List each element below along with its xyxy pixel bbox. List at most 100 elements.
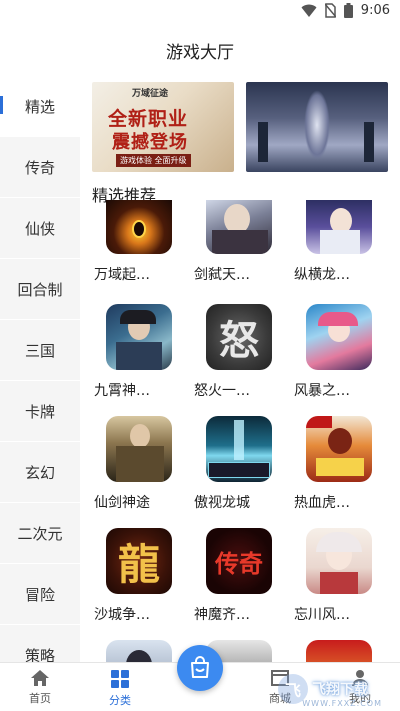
game-name: 神魔齐… bbox=[194, 607, 250, 623]
game-item[interactable]: 风暴之… bbox=[294, 304, 376, 400]
sidebar-item-label: 玄幻 bbox=[24, 463, 55, 482]
icon-caption bbox=[110, 462, 168, 476]
shop-fab-button[interactable] bbox=[177, 645, 223, 691]
lantern-pillar-icon bbox=[258, 122, 268, 162]
gold-glyph-icon bbox=[306, 640, 372, 662]
legend-calligraphy-icon: 传奇 bbox=[206, 528, 272, 594]
game-item[interactable]: 纵横龙… bbox=[294, 200, 376, 284]
nav-category[interactable]: 分类 bbox=[90, 669, 150, 708]
game-row: 万域起… 剑弑天… 纵横龙… bbox=[94, 200, 394, 304]
game-name: 风暴之… bbox=[294, 383, 350, 399]
sidebar-item-legend[interactable]: 传奇 bbox=[0, 137, 80, 198]
portrait-icon bbox=[106, 640, 172, 662]
sidebar-item-label: 冒险 bbox=[24, 585, 55, 604]
watermark-url: WWW.FXXZ.COM bbox=[302, 699, 382, 708]
banner-tagline: 游戏体验 全面升级 bbox=[116, 154, 191, 167]
app-header: 游戏大厅 bbox=[0, 24, 400, 76]
game-name: 傲视龙城 bbox=[194, 495, 250, 511]
sidebar-item-strategy[interactable]: 策略 bbox=[0, 625, 80, 662]
game-item[interactable] bbox=[294, 640, 376, 662]
game-item[interactable]: 忘川风… bbox=[294, 528, 376, 624]
page-title: 游戏大厅 bbox=[166, 42, 234, 63]
game-name: 剑弑天… bbox=[194, 267, 250, 283]
category-grid-icon bbox=[111, 670, 129, 688]
wifi-icon bbox=[301, 4, 317, 17]
swordsman-icon bbox=[206, 200, 272, 254]
icon-glyph: 传奇 bbox=[215, 548, 263, 578]
banner-hero-figure bbox=[304, 90, 330, 160]
nav-home[interactable]: 首页 bbox=[10, 669, 70, 706]
armored-hero-icon bbox=[106, 416, 172, 482]
sidebar-item-featured[interactable]: 精选 bbox=[0, 76, 80, 137]
game-item[interactable]: 剑弑天… bbox=[194, 200, 276, 284]
clock: 9:06 bbox=[360, 3, 390, 18]
nav-label: 首页 bbox=[29, 692, 51, 705]
game-name: 万域起… bbox=[94, 267, 150, 283]
sidebar-item-label: 回合制 bbox=[17, 280, 63, 299]
sidebar-item-card[interactable]: 卡牌 bbox=[0, 381, 80, 442]
main-content: 万域征途 全新职业 震撼登场 游戏体验 全面升级 精选推荐 万域起… 剑弑天… … bbox=[80, 76, 400, 662]
banner-brand: 万域征途 bbox=[132, 89, 169, 99]
sidebar-item-label: 精选 bbox=[24, 97, 55, 116]
game-name: 怒火一… bbox=[194, 383, 250, 399]
category-sidebar: 精选 传奇 仙侠 回合制 三国 卡牌 玄幻 二次元 冒险 策略 bbox=[0, 76, 80, 662]
sidebar-item-three-kingdoms[interactable]: 三国 bbox=[0, 320, 80, 381]
no-sim-icon bbox=[324, 3, 336, 18]
banner-artwork[interactable] bbox=[246, 82, 388, 172]
game-row: 仙剑神途 傲视龙城 热血虎… bbox=[94, 416, 394, 516]
watermark-text: 飞翔下载 bbox=[312, 682, 368, 698]
home-icon bbox=[31, 670, 49, 686]
stone-calligraphy-icon: 怒 bbox=[206, 304, 272, 370]
sidebar-item-xianxia[interactable]: 仙侠 bbox=[0, 198, 80, 259]
sidebar-item-adventure[interactable]: 冒险 bbox=[0, 564, 80, 625]
game-item[interactable] bbox=[94, 640, 176, 662]
sidebar-item-fantasy[interactable]: 玄幻 bbox=[0, 442, 80, 503]
game-item[interactable]: 傲视龙城 bbox=[194, 416, 276, 512]
dragon-calligraphy-icon: 龍 bbox=[106, 528, 172, 594]
sidebar-item-label: 卡牌 bbox=[24, 402, 55, 421]
game-item[interactable]: 万域起… bbox=[94, 200, 176, 284]
game-item[interactable]: 热血虎… bbox=[294, 416, 376, 512]
swordmaiden-icon bbox=[306, 200, 372, 254]
anime-girl-icon bbox=[306, 304, 372, 370]
banner-headline-1: 全新职业 bbox=[108, 108, 189, 130]
game-row: 九霄神… 怒 怒火一… 风暴之… bbox=[94, 304, 394, 404]
game-item[interactable]: 九霄神… bbox=[94, 304, 176, 400]
sidebar-item-label: 仙侠 bbox=[24, 219, 55, 238]
status-bar: 9:06 bbox=[0, 0, 400, 24]
sidebar-item-label: 传奇 bbox=[24, 158, 55, 177]
dragon-warrior-icon bbox=[306, 416, 372, 482]
icon-glyph: 怒 bbox=[219, 317, 259, 364]
sidebar-item-label: 二次元 bbox=[17, 524, 63, 543]
shopping-bag-icon bbox=[191, 656, 209, 678]
white-hair-girl-icon bbox=[306, 528, 372, 594]
game-name: 热血虎… bbox=[294, 495, 350, 511]
eye-emblem-icon bbox=[106, 200, 172, 254]
sidebar-item-anime[interactable]: 二次元 bbox=[0, 503, 80, 564]
banner-carousel: 万域征途 全新职业 震撼登场 游戏体验 全面升级 bbox=[92, 82, 388, 172]
game-name: 沙城争… bbox=[94, 607, 150, 623]
game-row: 龍 沙城争… 传奇 神魔齐… 忘川风… bbox=[94, 528, 394, 628]
sidebar-item-label: 三国 bbox=[24, 341, 55, 360]
banner-headline-2: 震撼登场 bbox=[112, 132, 188, 153]
lantern-pillar-icon bbox=[364, 122, 374, 162]
icon-glyph: 龍 bbox=[117, 539, 160, 589]
warrior-icon bbox=[106, 304, 172, 370]
banner-promo[interactable]: 万域征途 全新职业 震撼登场 游戏体验 全面升级 bbox=[92, 82, 234, 172]
ice-portal-icon bbox=[206, 416, 272, 482]
game-name: 纵横龙… bbox=[294, 267, 350, 283]
game-name: 九霄神… bbox=[94, 383, 150, 399]
game-item[interactable]: 仙剑神途 bbox=[94, 416, 176, 512]
game-item[interactable]: 怒 怒火一… bbox=[194, 304, 276, 400]
game-item[interactable]: 传奇 神魔齐… bbox=[194, 528, 276, 624]
site-watermark: 飞 飞翔下载 WWW.FXXZ.COM bbox=[278, 670, 396, 708]
game-row bbox=[94, 640, 394, 662]
sidebar-item-label: 策略 bbox=[24, 646, 55, 663]
game-item[interactable]: 龍 沙城争… bbox=[94, 528, 176, 624]
status-icons: 9:06 bbox=[301, 3, 390, 18]
battery-icon bbox=[343, 3, 353, 18]
game-name: 仙剑神途 bbox=[94, 495, 150, 511]
game-name: 忘川风… bbox=[294, 607, 350, 623]
nav-label: 分类 bbox=[109, 694, 131, 707]
sidebar-item-turn-based[interactable]: 回合制 bbox=[0, 259, 80, 320]
